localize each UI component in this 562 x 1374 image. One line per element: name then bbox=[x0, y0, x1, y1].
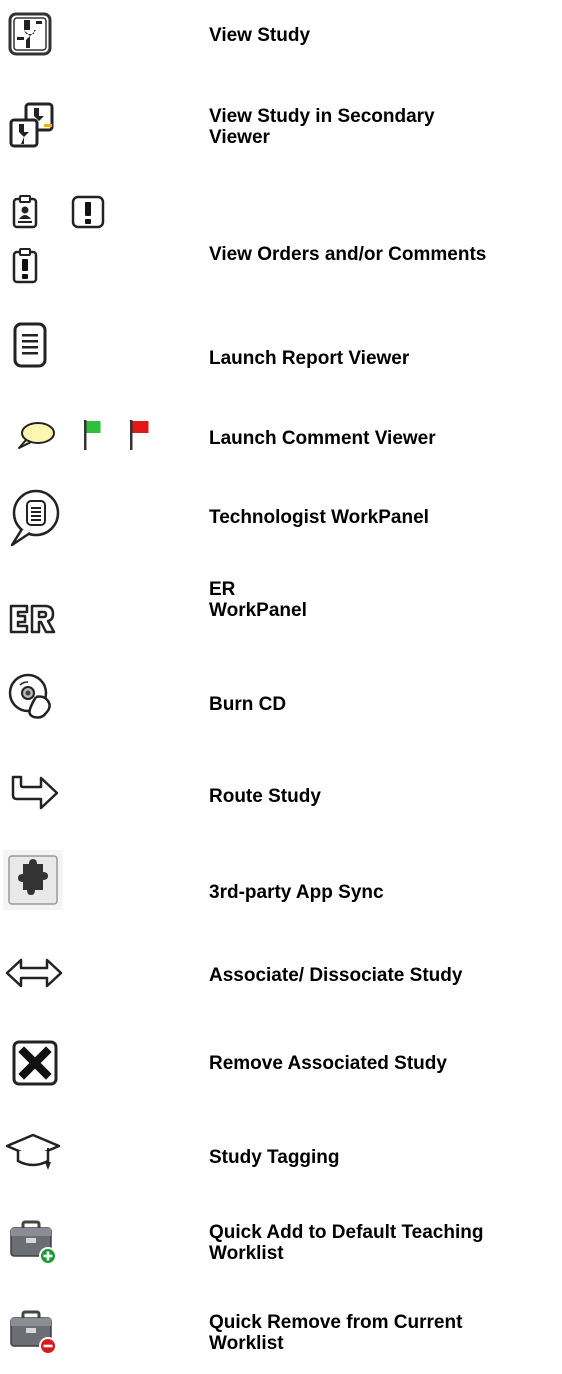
legend-row-route-study: Route Study bbox=[0, 755, 562, 835]
row-label: Burn CD bbox=[209, 694, 287, 715]
clipboard-exclamation-icon bbox=[12, 248, 38, 284]
legend-row-burn-cd: Burn CD bbox=[0, 665, 562, 745]
row-label: View Orders and/or Comments bbox=[209, 244, 487, 265]
order-clipboard-icon bbox=[12, 195, 38, 229]
secondary-viewer-icon bbox=[9, 102, 54, 148]
double-arrow-icon bbox=[5, 958, 63, 988]
legend-row-view-study: View Study bbox=[0, 0, 562, 70]
exclamation-icon bbox=[71, 195, 105, 229]
briefcase-remove-icon bbox=[10, 1310, 57, 1355]
speech-bubble-icon bbox=[18, 422, 55, 449]
graduation-cap-icon bbox=[5, 1133, 61, 1170]
legend-row-secondary-viewer: View Study in Secondary Viewer bbox=[0, 90, 562, 160]
legend-row-report-viewer: Launch Report Viewer bbox=[0, 310, 562, 390]
row-label: Launch Comment Viewer bbox=[209, 428, 436, 449]
remove-x-icon bbox=[12, 1040, 58, 1086]
row-label: Technologist WorkPanel bbox=[209, 507, 429, 528]
red-flag-icon bbox=[130, 420, 149, 450]
legend-row-technologist-workpanel: Technologist WorkPanel bbox=[0, 485, 562, 560]
briefcase-add-icon bbox=[10, 1220, 57, 1265]
er-icon bbox=[9, 604, 56, 634]
legend-row-app-sync: 3rd-party App Sync bbox=[0, 840, 562, 930]
legend-row-remove-associated: Remove Associated Study bbox=[0, 1020, 562, 1110]
burn-cd-icon bbox=[8, 673, 51, 719]
legend-row-associate: Associate/ Dissociate Study bbox=[0, 935, 562, 1015]
puzzle-sync-icon bbox=[3, 850, 63, 910]
row-label: Study Tagging bbox=[209, 1147, 340, 1168]
row-label: ER WorkPanel bbox=[209, 579, 307, 621]
row-label: Route Study bbox=[209, 786, 321, 807]
legend-row-quick-remove: Quick Remove from Current Worklist bbox=[0, 1290, 562, 1374]
view-study-icon bbox=[8, 12, 52, 56]
row-label: Associate/ Dissociate Study bbox=[209, 965, 463, 986]
row-label: Quick Remove from Current Worklist bbox=[209, 1312, 463, 1354]
row-label: Remove Associated Study bbox=[209, 1053, 447, 1074]
report-document-icon bbox=[13, 322, 47, 368]
green-flag-icon bbox=[84, 420, 101, 450]
legend-row-comment-viewer: Launch Comment Viewer bbox=[0, 400, 562, 475]
row-label: View Study bbox=[209, 25, 311, 46]
row-label: View Study in Secondary Viewer bbox=[209, 106, 435, 148]
technologist-bubble-icon bbox=[10, 489, 60, 547]
legend-row-study-tagging: Study Tagging bbox=[0, 1110, 562, 1195]
legend-row-quick-add: Quick Add to Default Teaching Worklist bbox=[0, 1200, 562, 1285]
row-label: 3rd-party App Sync bbox=[209, 882, 384, 903]
legend-row-orders-comments: View Orders and/or Comments bbox=[0, 190, 562, 300]
row-label: Quick Add to Default Teaching Worklist bbox=[209, 1222, 484, 1264]
row-label: Launch Report Viewer bbox=[209, 348, 410, 369]
legend-row-er-workpanel: ER WorkPanel bbox=[0, 575, 562, 655]
route-arrow-icon bbox=[11, 775, 59, 810]
